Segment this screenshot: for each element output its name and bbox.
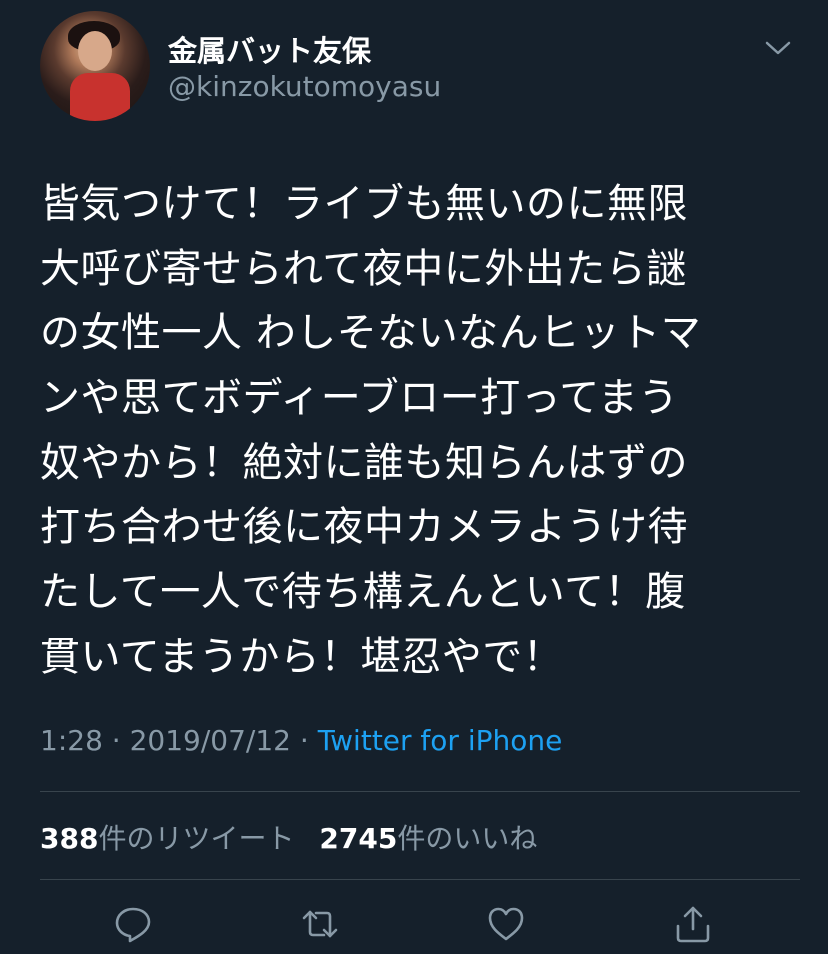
tweet-stats: 388件のリツイート 2745件のいいね	[40, 817, 553, 857]
author-display-name[interactable]: 金属バット友保	[168, 28, 371, 70]
tweet-text-line: ンや思てボディーブロー打ってまう	[40, 375, 679, 422]
retweets-label: 件のリツイート	[98, 822, 295, 855]
retweet-icon[interactable]	[300, 904, 340, 944]
divider	[40, 791, 800, 792]
tweet-date: 2019/07/12	[129, 724, 291, 757]
avatar-face	[78, 31, 112, 71]
likes-count: 2745	[319, 822, 398, 855]
tweet-detail: 金属バット友保 @kinzokutomoyasu 皆気つけて！ライブも無いのに無…	[0, 0, 828, 954]
tweet-text-line: 大呼び寄せられて夜中に外出たら謎	[40, 245, 687, 292]
chevron-down-icon[interactable]	[764, 36, 792, 60]
heart-icon[interactable]	[486, 904, 526, 944]
likes-count-link[interactable]: 2745件のいいね	[319, 822, 537, 855]
tweet-source-link[interactable]: Twitter for iPhone	[318, 724, 563, 757]
meta-separator: ·	[290, 724, 318, 757]
likes-label: 件のいいね	[397, 822, 538, 855]
tweet-time: 1:28	[40, 724, 103, 757]
reply-icon[interactable]	[113, 904, 153, 944]
meta-separator: ·	[102, 724, 130, 757]
divider	[40, 879, 800, 880]
tweet-text-line: たして一人で待ち構えんといて！腹	[40, 569, 686, 616]
tweet-text-line: 奴やから！絶対に誰も知らんはずの	[40, 439, 688, 486]
tweet-text-line: 皆気つけて！ライブも無いのに無限	[40, 181, 688, 227]
author-handle[interactable]: @kinzokutomoyasu	[168, 70, 441, 103]
tweet-text: 皆気つけて！ライブも無いのに無限 大呼び寄せられて夜中に外出たら謎 の女性一人 …	[40, 172, 800, 690]
share-icon[interactable]	[673, 904, 713, 944]
tweet-text-line: 打ち合わせ後に夜中カメラようけ待	[40, 504, 688, 551]
tweet-text-line: 貫いてまうから！堪忍やで！	[40, 633, 564, 680]
tweet-meta: 1:28 · 2019/07/12 · Twitter for iPhone	[40, 724, 562, 757]
tweet-text-line: の女性一人 わしそないなんヒットマ	[40, 310, 702, 357]
retweets-count: 388	[40, 822, 99, 855]
retweets-count-link[interactable]: 388件のリツイート	[40, 822, 294, 855]
avatar-shirt	[70, 73, 130, 121]
avatar[interactable]	[40, 11, 150, 121]
